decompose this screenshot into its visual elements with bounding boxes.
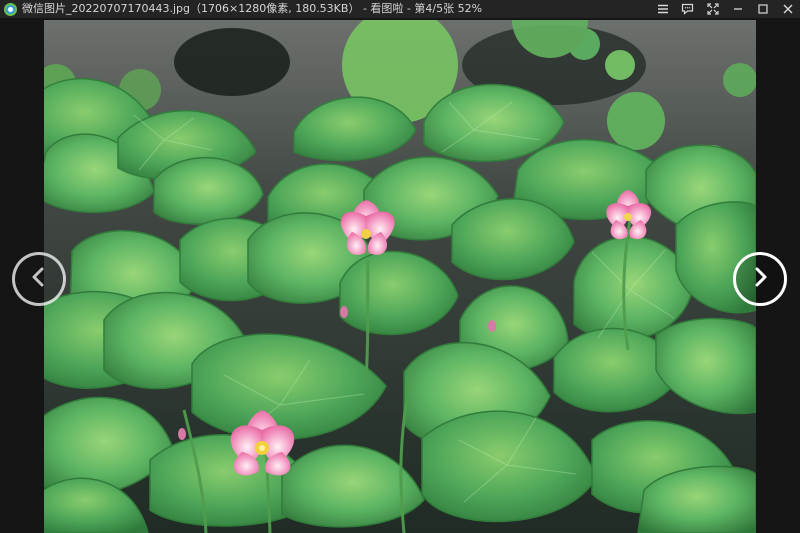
fullscreen-icon bbox=[706, 3, 719, 15]
next-image-button[interactable] bbox=[733, 252, 787, 306]
menu-icon bbox=[657, 4, 669, 14]
image-stage[interactable] bbox=[0, 18, 800, 533]
dark-reflection bbox=[174, 28, 290, 96]
chevron-left-icon bbox=[27, 265, 51, 293]
feedback-button[interactable] bbox=[675, 0, 700, 18]
previous-image-button[interactable] bbox=[12, 252, 66, 306]
window-title: 微信图片_20220707170443.jpg（1706×1280像素, 180… bbox=[22, 2, 483, 15]
chevron-right-icon bbox=[748, 265, 772, 293]
close-icon bbox=[782, 3, 794, 15]
menu-button[interactable] bbox=[650, 0, 675, 18]
lotus-photo bbox=[44, 20, 756, 533]
title-bar[interactable]: 微信图片_20220707170443.jpg（1706×1280像素, 180… bbox=[0, 0, 800, 18]
image-viewer-window: 微信图片_20220707170443.jpg（1706×1280像素, 180… bbox=[0, 0, 800, 533]
window-controls bbox=[650, 0, 800, 18]
maximize-icon bbox=[757, 3, 769, 15]
close-button[interactable] bbox=[775, 0, 800, 18]
minimize-icon bbox=[732, 3, 744, 15]
chat-icon bbox=[681, 3, 694, 15]
fullscreen-button[interactable] bbox=[700, 0, 725, 18]
maximize-button[interactable] bbox=[750, 0, 775, 18]
lotus-pond-image bbox=[44, 20, 756, 533]
viewer-app-icon bbox=[4, 2, 17, 16]
minimize-button[interactable] bbox=[725, 0, 750, 18]
